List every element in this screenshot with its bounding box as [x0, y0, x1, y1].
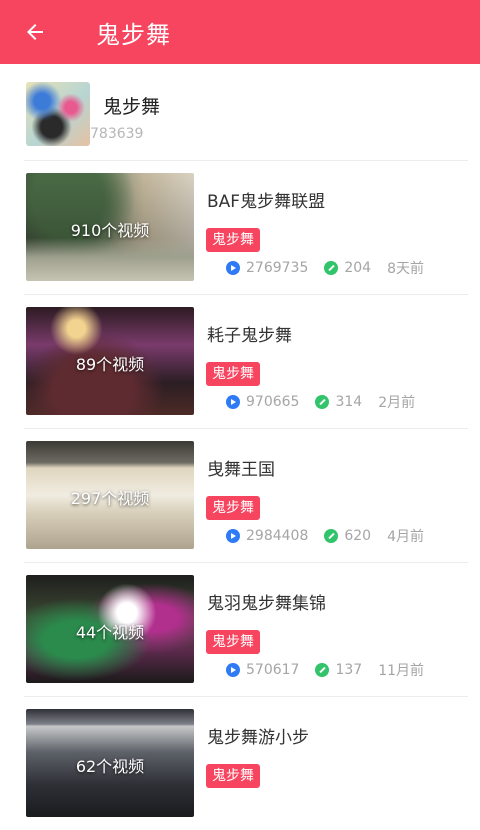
category-tag[interactable]: 鬼步舞: [206, 362, 260, 386]
play-count: 2769735: [246, 260, 309, 276]
app-bar: 鬼步舞: [0, 0, 480, 64]
playlist-title: BAF鬼步舞联盟: [207, 192, 326, 212]
comment-count: 620: [344, 528, 372, 544]
list-item[interactable]: 297个视频 曳舞王国 鬼步舞 2984408 620 4月前: [24, 428, 468, 562]
comment-count-icon: [315, 663, 330, 677]
comment-count: 314: [335, 394, 363, 410]
play-count-icon: [226, 395, 240, 409]
comment-count: 137: [335, 662, 363, 678]
play-count: 570617: [246, 662, 300, 678]
category-tag[interactable]: 鬼步舞: [206, 496, 260, 520]
comment-count-icon: [315, 395, 330, 409]
update-time: 11月前: [378, 663, 425, 679]
list-item[interactable]: 62个视频 鬼步舞游小步 鬼步舞: [24, 696, 468, 830]
comment-count-icon: [324, 261, 339, 275]
list-item[interactable]: 910个视频 BAF鬼步舞联盟 鬼步舞 2769735 204 8天前: [24, 160, 468, 294]
category-tag[interactable]: 鬼步舞: [206, 228, 260, 252]
video-count-overlay: 297个视频: [70, 489, 150, 508]
comment-count: 204: [344, 260, 372, 276]
list-item[interactable]: 89个视频 耗子鬼步舞 鬼步舞 970665 314 2月前: [24, 294, 468, 428]
category-tag[interactable]: 鬼步舞: [206, 764, 260, 788]
playlist-stats: 970665 314 2月前: [226, 393, 415, 411]
channel-avatar[interactable]: [26, 82, 90, 146]
comment-count-icon: [324, 529, 339, 543]
play-count-icon: [226, 663, 240, 677]
page-title: 鬼步舞: [96, 20, 171, 49]
back-button[interactable]: [0, 0, 72, 64]
playlist-thumbnail[interactable]: 297个视频: [26, 441, 194, 549]
playlist-thumbnail[interactable]: 910个视频: [26, 173, 194, 281]
playlist-list: 910个视频 BAF鬼步舞联盟 鬼步舞 2769735 204 8天前 89个视…: [0, 160, 480, 830]
channel-name: 鬼步舞: [103, 96, 161, 118]
playlist-title: 鬼羽鬼步舞集锦: [207, 594, 326, 614]
update-time: 8天前: [387, 261, 425, 277]
playlist-stats: 570617 137 11月前: [226, 661, 424, 679]
channel-count: 783639: [90, 126, 144, 142]
play-count-icon: [226, 529, 240, 543]
video-count-overlay: 44个视频: [75, 623, 145, 642]
playlist-thumbnail[interactable]: 89个视频: [26, 307, 194, 415]
playlist-title: 耗子鬼步舞: [207, 326, 292, 346]
playlist-thumbnail[interactable]: 62个视频: [26, 709, 194, 817]
play-count: 2984408: [246, 528, 309, 544]
playlist-title: 鬼步舞游小步: [207, 728, 309, 748]
playlist-thumbnail[interactable]: 44个视频: [26, 575, 194, 683]
list-item[interactable]: 44个视频 鬼羽鬼步舞集锦 鬼步舞 570617 137 11月前: [24, 562, 468, 696]
video-count-overlay: 62个视频: [75, 757, 145, 776]
category-tag[interactable]: 鬼步舞: [206, 630, 260, 654]
playlist-stats: 2984408 620 4月前: [226, 527, 424, 545]
play-count-icon: [226, 261, 240, 275]
arrow-left-icon: [27, 24, 43, 40]
play-count: 970665: [246, 394, 300, 410]
playlist-title: 曳舞王国: [207, 460, 275, 480]
update-time: 2月前: [378, 395, 416, 411]
video-count-overlay: 89个视频: [75, 355, 145, 374]
update-time: 4月前: [387, 529, 425, 545]
video-count-overlay: 910个视频: [70, 221, 150, 240]
playlist-stats: 2769735 204 8天前: [226, 259, 424, 277]
